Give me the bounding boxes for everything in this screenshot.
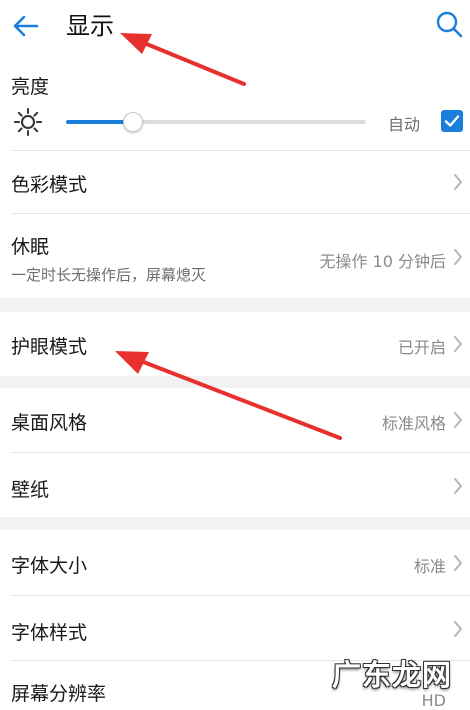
chevron-right-icon	[454, 555, 462, 571]
row-subtitle: 一定时长无操作后，屏幕熄灭	[11, 266, 207, 284]
brightness-label: 亮度	[11, 76, 50, 98]
settings-row-font-style[interactable]: 字体样式	[0, 596, 470, 660]
checkmark-icon	[444, 115, 460, 127]
section-gap	[0, 517, 470, 530]
chevron-right-icon	[454, 336, 462, 352]
watermark-text: 广东龙网	[332, 658, 453, 692]
brightness-section: 亮度	[0, 60, 470, 150]
row-label: 字体大小	[11, 555, 88, 577]
chevron-right-icon	[454, 478, 462, 494]
watermark-logo: 广东龙网	[332, 652, 462, 692]
row-label: 休眠	[11, 236, 50, 258]
brightness-slider-thumb[interactable]	[123, 112, 143, 132]
row-value: 标准风格	[381, 414, 446, 433]
row-label: 色彩模式	[11, 174, 88, 196]
settings-row-color-mode[interactable]: 色彩模式	[0, 151, 470, 213]
settings-row-sleep[interactable]: 休眠 一定时长无操作后，屏幕熄灭 无操作 10 分钟后	[0, 214, 470, 298]
row-value: 标准	[413, 557, 446, 576]
chevron-right-icon	[454, 412, 462, 428]
row-label: 桌面风格	[11, 412, 88, 434]
row-value: 已开启	[397, 338, 446, 357]
chevron-right-icon	[454, 249, 462, 265]
auto-brightness-checkbox[interactable]	[441, 110, 463, 132]
settings-row-wallpaper[interactable]: 壁纸	[0, 453, 470, 517]
row-label: 壁纸	[11, 479, 50, 501]
brightness-slider[interactable]	[66, 112, 366, 132]
page-title: 显示	[66, 12, 114, 40]
row-label: 字体样式	[11, 622, 88, 644]
chevron-right-icon	[454, 621, 462, 637]
chevron-right-icon	[454, 174, 462, 190]
auto-brightness-label: 自动	[388, 115, 421, 134]
settings-row-eye-comfort[interactable]: 护眼模式 已开启	[0, 312, 470, 376]
back-arrow-icon[interactable]	[10, 10, 42, 42]
sun-icon	[14, 108, 42, 136]
settings-row-desktop-style[interactable]: 桌面风格 标准风格	[0, 388, 470, 452]
settings-row-font-size[interactable]: 字体大小 标准	[0, 530, 470, 595]
section-gap	[0, 376, 470, 388]
search-icon[interactable]	[434, 9, 464, 39]
row-label: 护眼模式	[11, 336, 88, 358]
row-value: 无操作 10 分钟后	[319, 252, 446, 271]
top-app-bar: 显示	[0, 0, 470, 52]
section-gap	[0, 298, 470, 312]
